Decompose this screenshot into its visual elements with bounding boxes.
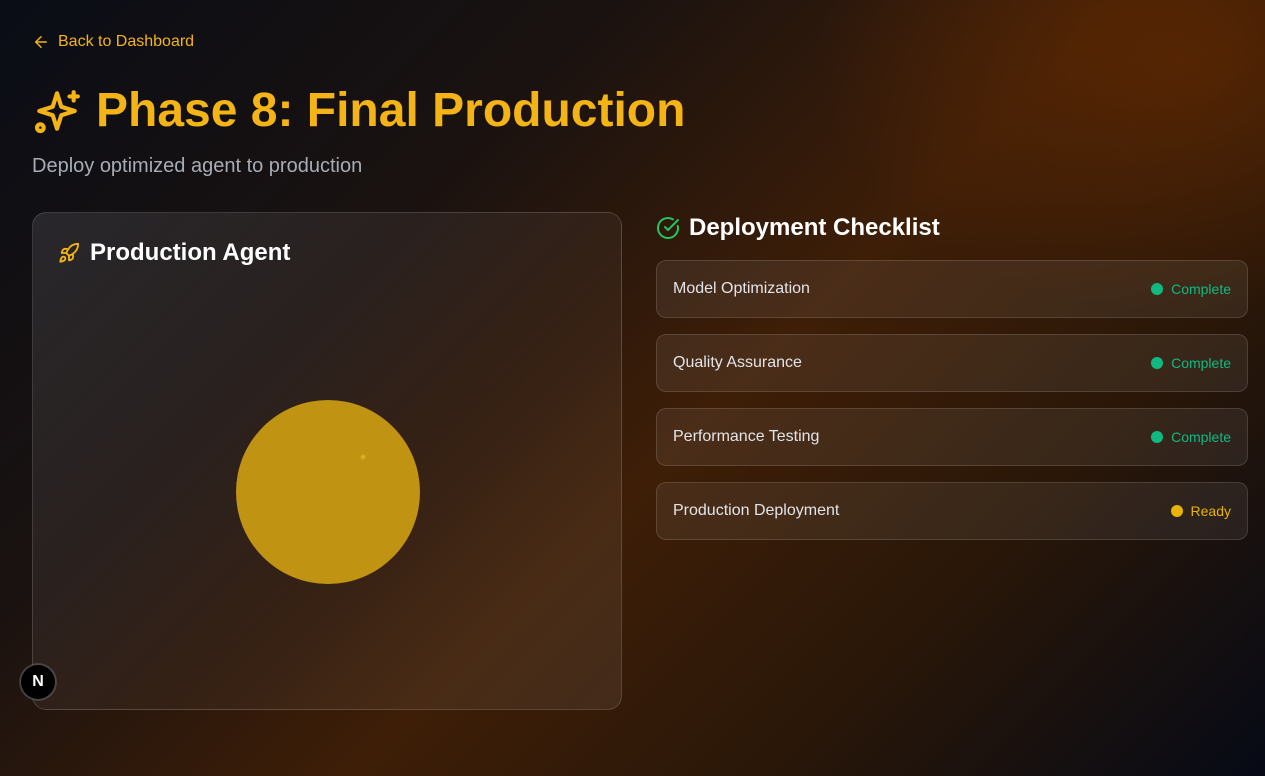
- status-badge: Complete: [1151, 355, 1231, 371]
- status-dot: [1151, 283, 1164, 295]
- deployment-checklist: Model Optimization Complete Quality Assu…: [656, 260, 1248, 556]
- orb-spark: [360, 454, 366, 460]
- agent-card-header: Production Agent: [58, 239, 290, 267]
- rocket-icon: [58, 242, 80, 264]
- status-badge: Complete: [1151, 429, 1231, 445]
- sparkles-icon: [32, 86, 82, 136]
- checklist-title: Deployment Checklist: [689, 214, 940, 241]
- checklist-item-performance-testing[interactable]: Performance Testing Complete: [656, 408, 1248, 466]
- status-text: Ready: [1190, 503, 1231, 519]
- page-header: Phase 8: Final Production: [32, 86, 685, 136]
- checklist-item-label: Model Optimization: [673, 280, 810, 297]
- checklist-item-model-optimization[interactable]: Model Optimization Complete: [656, 260, 1248, 318]
- back-to-dashboard-link[interactable]: Back to Dashboard: [32, 33, 194, 51]
- production-agent-card: Production Agent: [32, 212, 622, 710]
- check-circle-icon: [656, 216, 680, 240]
- status-dot: [1170, 505, 1183, 517]
- status-dot: [1151, 431, 1164, 443]
- agent-card-title: Production Agent: [90, 239, 291, 266]
- arrow-left-icon: [32, 33, 50, 51]
- status-text: Complete: [1171, 281, 1231, 297]
- checklist-item-label: Performance Testing: [673, 428, 820, 445]
- agent-orb[interactable]: [236, 400, 420, 584]
- status-dot: [1151, 357, 1164, 369]
- checklist-item-quality-assurance[interactable]: Quality Assurance Complete: [656, 334, 1248, 392]
- nextjs-logo-letter: N: [32, 673, 44, 690]
- status-badge: Complete: [1151, 281, 1231, 297]
- status-text: Complete: [1171, 355, 1231, 371]
- checklist-item-label: Quality Assurance: [673, 354, 802, 371]
- status-badge: Ready: [1170, 503, 1231, 519]
- nextjs-dev-badge[interactable]: N: [20, 664, 56, 700]
- status-text: Complete: [1171, 429, 1231, 445]
- back-link-label: Back to Dashboard: [58, 33, 195, 50]
- checklist-item-production-deployment[interactable]: Production Deployment Ready: [656, 482, 1248, 540]
- page-title: Phase 8: Final Production: [96, 84, 686, 137]
- page-subtitle: Deploy optimized agent to production: [32, 155, 363, 177]
- checklist-item-label: Production Deployment: [673, 502, 840, 519]
- checklist-header: Deployment Checklist: [656, 214, 940, 242]
